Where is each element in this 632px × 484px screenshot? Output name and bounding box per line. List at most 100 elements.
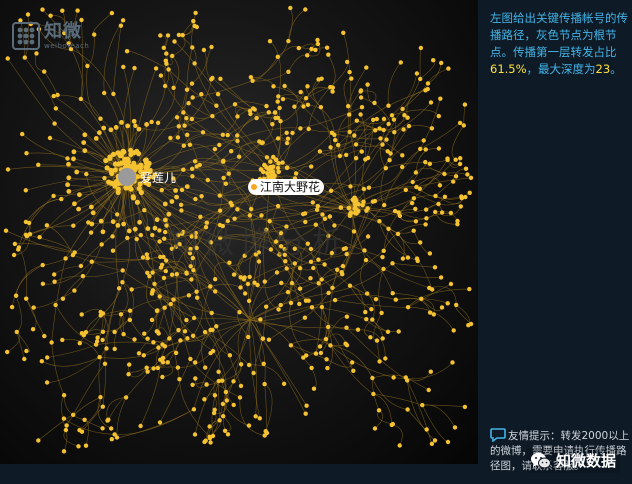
graph-edge — [435, 181, 454, 197]
graph-node — [249, 206, 254, 212]
graph-edge — [25, 234, 75, 253]
graph-node — [400, 256, 406, 261]
graph-node — [160, 355, 166, 361]
graph-edge — [463, 104, 466, 126]
graph-node — [152, 281, 157, 287]
graph-node — [231, 379, 236, 384]
graph-edge — [377, 410, 393, 425]
graph-node — [371, 117, 376, 123]
graph-edge — [199, 164, 229, 174]
graph-node — [12, 241, 18, 247]
graph-node — [34, 51, 39, 56]
graph-node — [158, 73, 164, 78]
graph-node — [165, 33, 171, 38]
graph-node — [127, 308, 133, 313]
graph-node — [216, 378, 221, 384]
propagation-graph-panel[interactable]: 知微 weiboreach 知微博分析 爱莲儿 江南大野花 — [0, 0, 478, 464]
graph-node — [60, 8, 65, 13]
graph-node — [65, 156, 70, 161]
graph-node — [179, 208, 184, 213]
graph-node — [208, 440, 213, 445]
graph-edge — [222, 116, 238, 136]
graph-node — [413, 206, 418, 212]
graph-node — [345, 59, 350, 65]
graph-node — [418, 45, 424, 51]
graph-node — [23, 188, 28, 193]
graph-node — [380, 254, 385, 260]
graph-edge — [356, 118, 385, 124]
graph-node — [424, 216, 429, 221]
graph-edge — [416, 177, 472, 188]
graph-node — [144, 122, 150, 127]
graph-node — [405, 255, 411, 260]
graph-node — [423, 147, 428, 152]
graph-node — [89, 259, 95, 264]
graph-node — [247, 213, 252, 218]
graph-node — [208, 350, 213, 356]
graph-node — [361, 186, 367, 192]
graph-edge — [415, 148, 439, 173]
graph-node — [384, 137, 389, 142]
graph-node — [235, 133, 240, 138]
graph-node — [173, 350, 179, 356]
graph-edge — [395, 297, 431, 313]
wechat-icon — [531, 452, 551, 468]
graph-node — [89, 204, 94, 210]
graph-node — [242, 291, 248, 296]
graph-node — [351, 368, 356, 373]
graph-edge — [86, 65, 101, 119]
graph-node — [238, 275, 243, 280]
graph-node — [71, 149, 77, 155]
graph-node — [184, 184, 190, 190]
graph-edge — [128, 364, 147, 373]
graph-node — [100, 426, 105, 431]
graph-edge — [42, 232, 92, 266]
graph-node — [340, 263, 346, 269]
graph-node — [347, 112, 352, 117]
graph-node — [259, 213, 264, 218]
graph-node — [150, 232, 155, 238]
graph-edge — [113, 25, 122, 94]
graph-node — [406, 123, 412, 129]
graph-node — [271, 154, 276, 160]
graph-node — [100, 229, 106, 235]
graph-edge — [88, 209, 145, 224]
graph-node — [454, 302, 459, 308]
graph-node — [326, 52, 331, 57]
graph-node — [453, 174, 459, 179]
graph-edge — [22, 133, 68, 159]
graph-node — [120, 18, 126, 23]
graph-node — [61, 416, 67, 421]
graph-node — [275, 165, 281, 171]
graph-node — [252, 280, 257, 285]
graph-node — [218, 76, 223, 82]
graph-node — [328, 145, 333, 150]
graph-node — [303, 411, 308, 416]
graph-node — [110, 248, 116, 253]
graph-node — [154, 329, 159, 334]
graph-edge — [184, 104, 236, 126]
graph-node — [158, 265, 164, 270]
graph-edge — [269, 40, 282, 102]
graph-node — [364, 65, 369, 70]
graph-node — [109, 437, 115, 442]
graph-node — [253, 414, 258, 419]
graph-edge — [252, 71, 289, 82]
graph-node — [275, 203, 281, 209]
graph-node — [391, 117, 397, 122]
graph-node — [311, 386, 317, 391]
graph-edge — [405, 377, 429, 391]
graph-node — [386, 121, 391, 127]
root-node-label[interactable]: 爱莲儿 — [140, 171, 176, 185]
graph-node — [203, 438, 208, 443]
graph-node — [370, 317, 375, 322]
graph-node — [330, 85, 335, 90]
graph-node — [175, 135, 181, 140]
graph-edge — [311, 307, 359, 331]
graph-node — [229, 149, 234, 154]
graph-node — [164, 61, 169, 66]
hub-node-label[interactable]: 江南大野花 — [248, 179, 325, 195]
graph-node — [309, 305, 315, 310]
graph-node — [220, 132, 225, 137]
graph-edge — [374, 410, 384, 429]
